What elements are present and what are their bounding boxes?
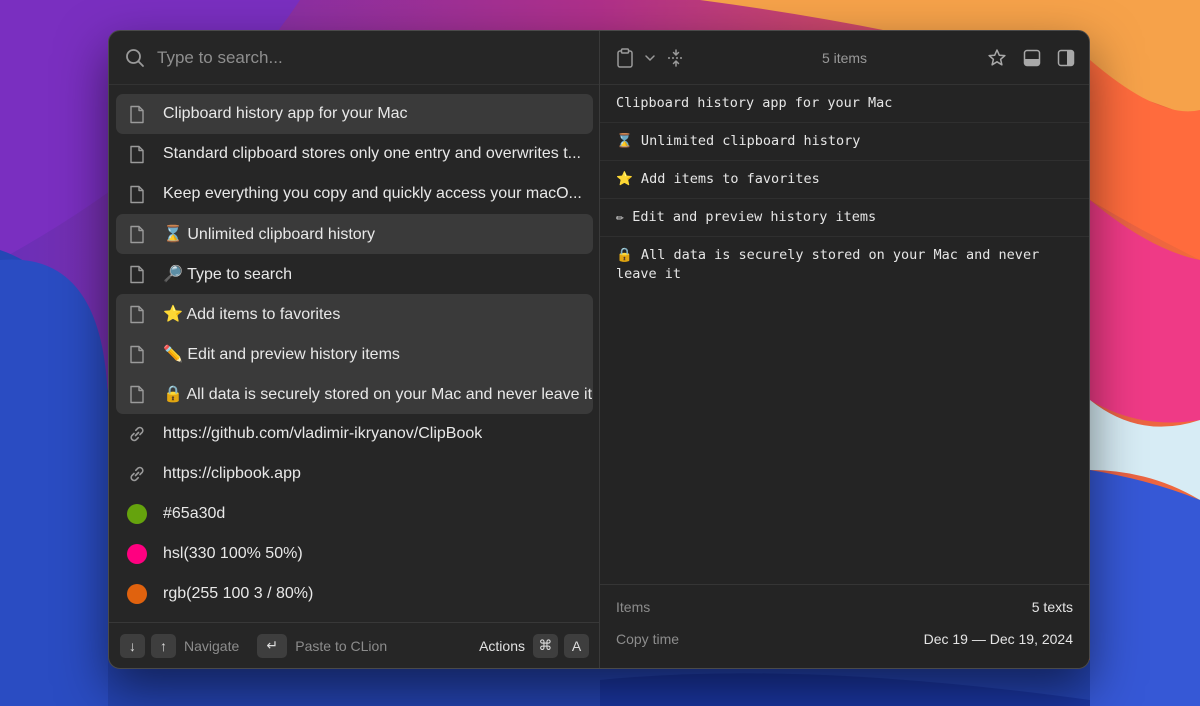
preview-line: Clipboard history app for your Mac [600,85,1089,123]
navigate-label: Navigate [184,637,240,654]
color-swatch [126,543,148,565]
list-item-label: ✏️ Edit and preview history items [163,346,400,363]
list-item-label: #65a30d [163,505,226,522]
arrow-up-key[interactable]: ↑ [151,633,176,658]
document-icon [126,263,148,285]
history-list: Clipboard history app for your Mac Stand… [116,94,593,614]
clipbook-window: Clipboard history app for your Mac Stand… [108,30,1090,669]
list-item[interactable]: ✏️ Edit and preview history items [116,334,593,374]
command-key[interactable]: ⌘ [533,633,558,658]
list-item-label: https://clipbook.app [163,465,301,482]
collapse-icon[interactable] [666,48,686,68]
document-icon [126,343,148,365]
list-item-label: 🔒 All data is securely stored on your Ma… [163,386,593,403]
list-item[interactable]: Standard clipboard stores only one entry… [116,134,593,174]
list-item[interactable]: rgb(255 100 3 / 80%) [116,574,593,614]
preview-line: ✏ Edit and preview history items [600,199,1089,237]
document-icon [126,103,148,125]
link-icon [126,423,148,445]
color-swatch [126,503,148,525]
document-icon [126,143,148,165]
list-item[interactable]: https://clipbook.app [116,454,593,494]
actions-group[interactable]: Actions ⌘ A [479,633,599,658]
arrow-down-key[interactable]: ↓ [120,633,145,658]
list-item-label: ⭐ Add items to favorites [163,306,341,323]
link-icon [126,463,148,485]
list-item-label: 🔎 Type to search [163,266,293,283]
shortcut-footer: ↓ ↑ Navigate ↵ Paste to CLion Actions ⌘ … [109,622,599,668]
details-section: Items 5 texts Copy time Dec 19 — Dec 19,… [600,584,1089,668]
search-bar [109,31,599,85]
list-item[interactable]: ⭐ Add items to favorites [116,294,593,334]
bottom-panel-icon[interactable] [1023,49,1041,67]
list-item[interactable]: ⌛ Unlimited clipboard history [116,214,593,254]
list-item-label: https://github.com/vladimir-ikryanov/Cli… [163,425,483,442]
preview-content[interactable]: Clipboard history app for your Mac ⌛ Unl… [600,85,1089,293]
list-item-label: Standard clipboard stores only one entry… [163,145,581,162]
a-key[interactable]: A [564,633,589,658]
copy-time-label: Copy time [616,631,680,647]
list-item[interactable]: Keep everything you copy and quickly acc… [116,174,593,214]
search-input[interactable] [157,47,557,68]
enter-key[interactable]: ↵ [257,633,288,658]
copy-time-value: Dec 19 — Dec 19, 2024 [923,631,1073,647]
items-label: Items [616,599,651,615]
clipboard-icon[interactable] [616,47,634,68]
preview-toolbar: 5 items [600,31,1089,85]
document-icon [126,303,148,325]
star-icon[interactable] [987,48,1007,68]
items-row: Items 5 texts [616,599,1073,615]
list-item[interactable]: Clipboard history app for your Mac [116,94,593,134]
list-item-label: Clipboard history app for your Mac [163,105,408,122]
actions-label[interactable]: Actions [479,638,525,654]
document-icon [126,183,148,205]
copy-time-row: Copy time Dec 19 — Dec 19, 2024 [616,631,1073,647]
list-item[interactable]: 🔎 Type to search [116,254,593,294]
list-item[interactable]: hsl(330 100% 50%) [116,534,593,574]
list-item-label: hsl(330 100% 50%) [163,545,303,562]
list-item[interactable]: 🔒 All data is securely stored on your Ma… [116,374,593,414]
document-icon [126,223,148,245]
color-swatch [126,583,148,605]
document-icon [126,383,148,405]
list-item-label: Keep everything you copy and quickly acc… [163,185,582,202]
preview-line: 🔒 All data is securely stored on your Ma… [616,247,1040,282]
chevron-down-icon[interactable] [644,54,656,62]
list-item[interactable]: #65a30d [116,494,593,534]
preview-line: ⭐ Add items to favorites [600,161,1089,199]
list-item[interactable]: https://github.com/vladimir-ikryanov/Cli… [116,414,593,454]
list-item-label: ⌛ Unlimited clipboard history [163,226,375,243]
list-item-label: rgb(255 100 3 / 80%) [163,585,314,602]
items-value: 5 texts [1031,599,1073,615]
side-panel-icon[interactable] [1057,49,1075,67]
history-panel: Clipboard history app for your Mac Stand… [109,31,600,668]
preview-panel: 5 items Clipboard history app for your M… [600,31,1089,668]
paste-label[interactable]: Paste to CLion [295,638,387,654]
preview-line: ⌛ Unlimited clipboard history [600,123,1089,161]
search-icon [126,48,144,67]
